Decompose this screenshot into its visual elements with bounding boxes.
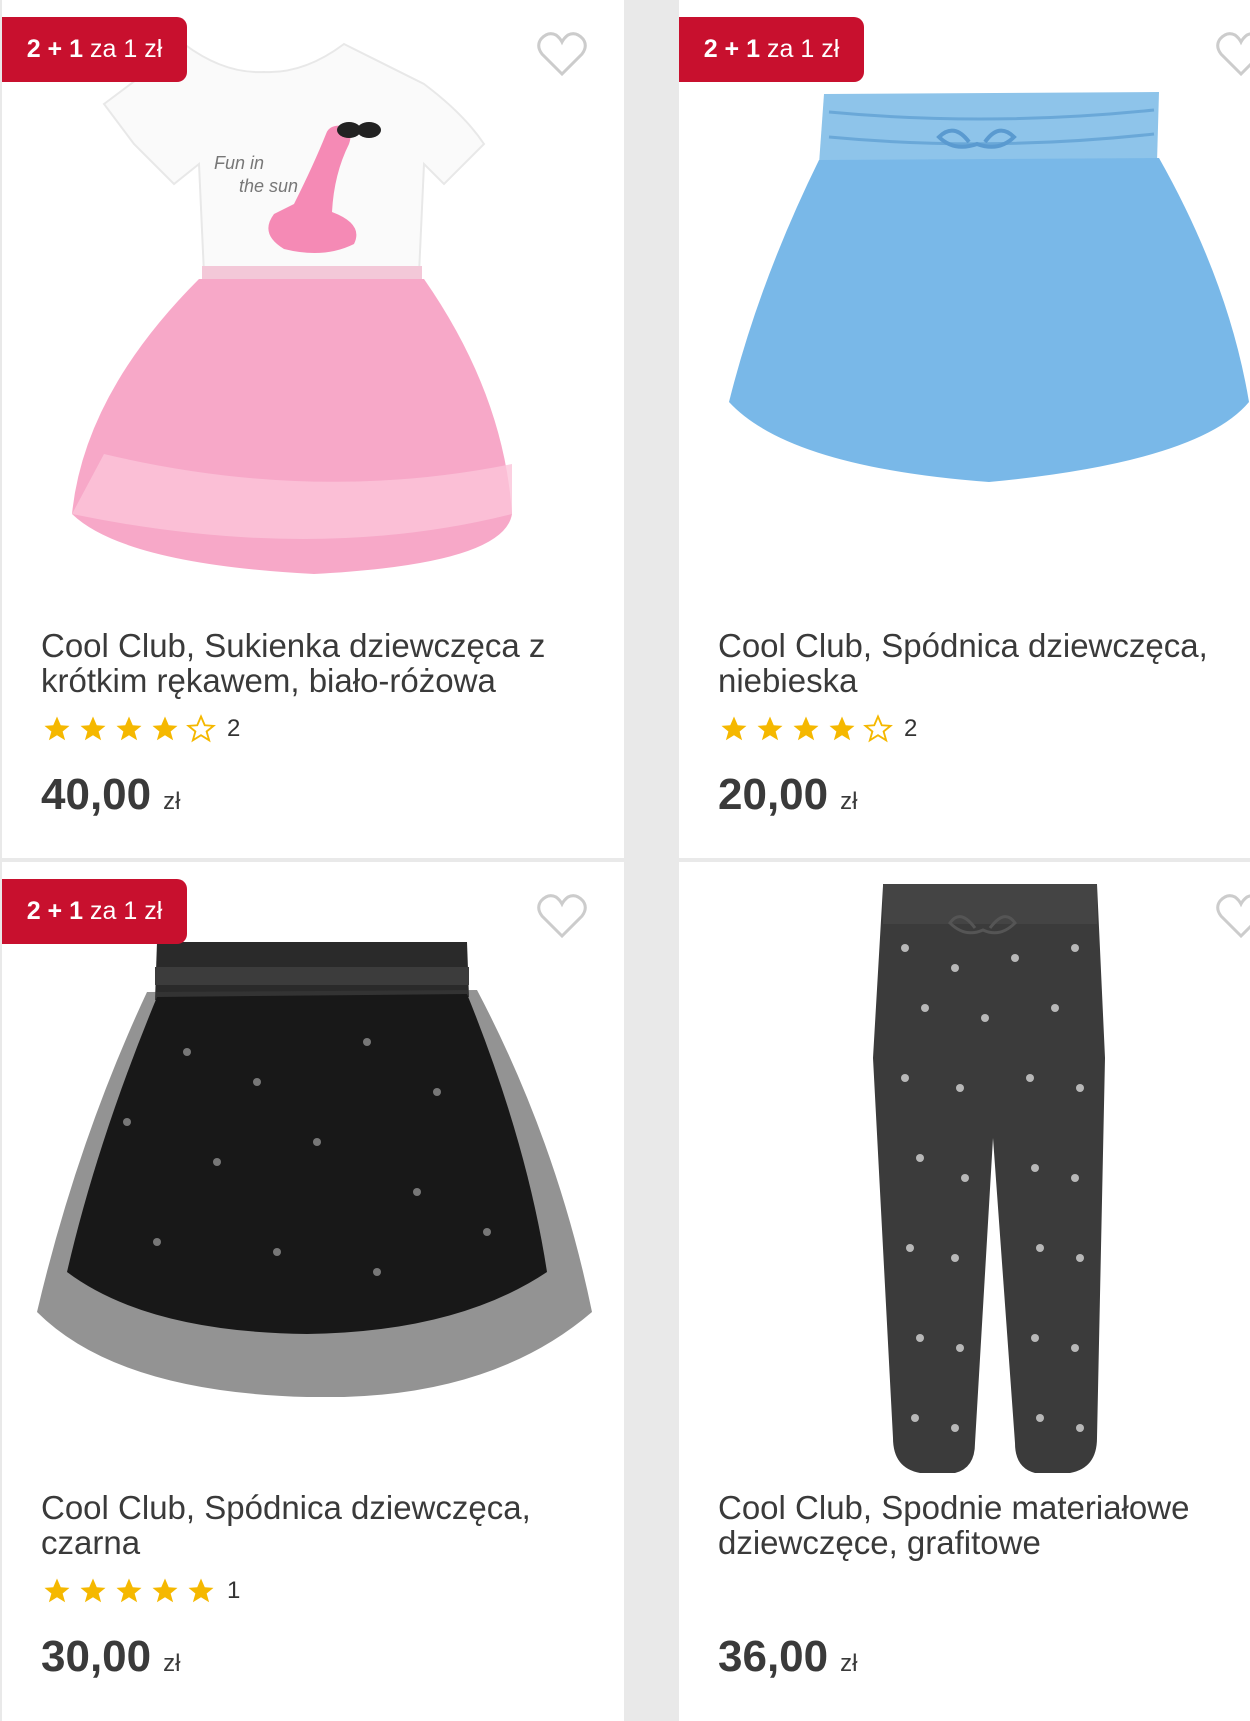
- star-icon: [757, 716, 783, 741]
- promo-badge: 2 + 1 za 1 zł: [2, 17, 187, 82]
- heart-icon[interactable]: [536, 30, 588, 78]
- rating-stars: 2: [41, 712, 240, 746]
- star-icon: [152, 716, 178, 741]
- product-card[interactable]: 2 + 1 za 1 zł Cool Club, Spódnica dziewcz…: [2, 862, 624, 1721]
- star-icon: [829, 716, 855, 741]
- product-image-skirt-blue[interactable]: [729, 82, 1250, 492]
- review-count: 1: [227, 1577, 241, 1604]
- svg-text:the sun: the sun: [239, 176, 298, 196]
- review-count: 2: [904, 715, 918, 742]
- rating-stars: 2: [718, 712, 917, 746]
- product-title[interactable]: Cool Club, Spódnica dziewczęca, niebiesk…: [718, 628, 1238, 698]
- product-price: 40,00 zł: [41, 770, 181, 819]
- product-card[interactable]: Cool Club, Spodnie materiałowe dziewczęc…: [679, 862, 1250, 1721]
- product-image-dress[interactable]: Fun in the sun: [64, 34, 562, 574]
- heart-icon[interactable]: [1215, 892, 1250, 940]
- product-image-pants-graphite[interactable]: [865, 878, 1115, 1478]
- heart-icon[interactable]: [536, 892, 588, 940]
- star-icon: [44, 1578, 70, 1603]
- star-icon: [793, 716, 819, 741]
- star-icon: [116, 716, 142, 741]
- product-card[interactable]: 2 + 1 za 1 zł Cool Club, Spódnica dziewcz…: [679, 0, 1250, 858]
- star-icon: [116, 1578, 142, 1603]
- product-title[interactable]: Cool Club, Sukienka dziewczęca z krótkim…: [41, 628, 581, 698]
- star-icon: [152, 1578, 178, 1603]
- product-card[interactable]: Fun in the sun 2 + 1 za 1 zł Cool Club, S…: [2, 0, 624, 858]
- promo-badge: 2 + 1 za 1 zł: [2, 879, 187, 944]
- review-count: 2: [227, 715, 241, 742]
- product-price: 30,00 zł: [41, 1632, 181, 1681]
- rating-stars: 1: [41, 1574, 240, 1608]
- product-price: 36,00 zł: [718, 1632, 858, 1681]
- product-title[interactable]: Cool Club, Spódnica dziewczęca, czarna: [41, 1490, 581, 1560]
- star-icon: [721, 716, 747, 741]
- star-icon: [188, 1578, 214, 1603]
- product-price: 20,00 zł: [718, 770, 858, 819]
- star-outline-icon: [863, 714, 893, 743]
- svg-text:Fun in: Fun in: [214, 153, 264, 173]
- star-icon: [80, 716, 106, 741]
- heart-icon[interactable]: [1215, 30, 1250, 78]
- product-title[interactable]: Cool Club, Spodnie materiałowe dziewczęc…: [718, 1490, 1238, 1560]
- product-image-skirt-black[interactable]: [37, 942, 592, 1397]
- star-icon: [44, 716, 70, 741]
- star-outline-icon: [186, 714, 216, 743]
- promo-badge: 2 + 1 za 1 zł: [679, 17, 864, 82]
- star-icon: [80, 1578, 106, 1603]
